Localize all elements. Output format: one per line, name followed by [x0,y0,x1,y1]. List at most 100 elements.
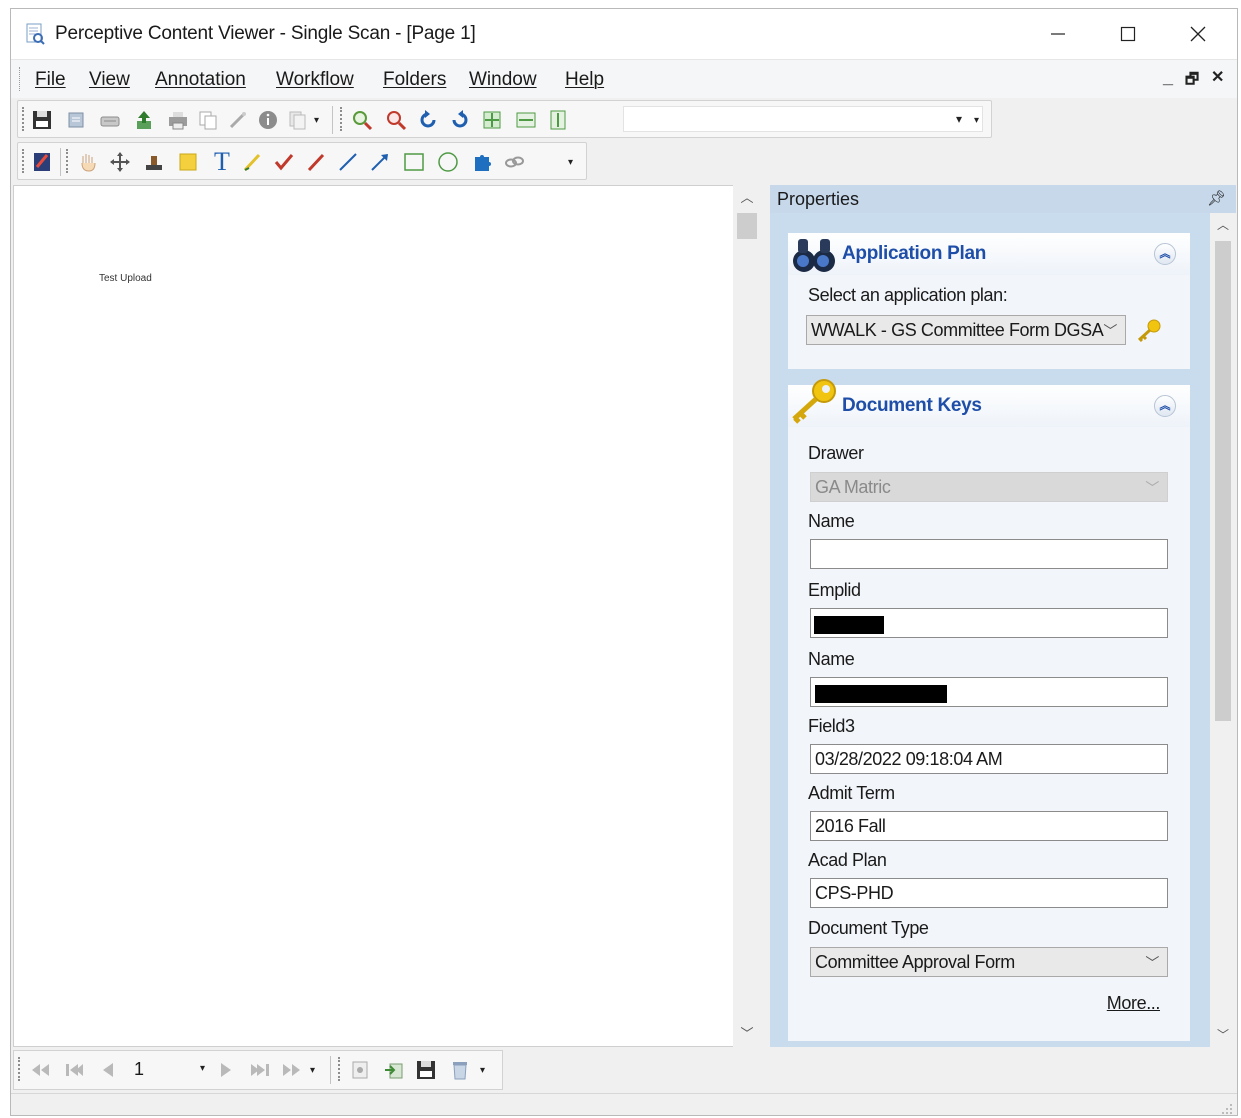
save-icon[interactable] [30,108,54,132]
fit-width-icon[interactable] [514,108,538,132]
toolbar-grip[interactable] [18,1057,23,1081]
toolbar1-overflow-icon[interactable]: ▾ [974,115,979,126]
toolbar-grip[interactable] [338,1057,343,1081]
first-page-icon[interactable] [62,1058,86,1082]
menu-file[interactable]: File [35,69,66,91]
maximize-button[interactable] [1093,9,1163,59]
print-icon[interactable] [166,108,190,132]
page-dropdown-icon[interactable]: ▾ [200,1063,205,1074]
scan-icon[interactable] [64,108,88,132]
stamp-icon[interactable] [142,150,166,174]
resize-grip-icon[interactable] [1219,1101,1233,1115]
menu-view[interactable]: View [89,69,130,91]
menu-window[interactable]: Window [469,69,537,91]
info-icon[interactable] [256,108,280,132]
puzzle-icon[interactable] [470,150,494,174]
toolbar-grip[interactable] [340,107,345,131]
scroll-thumb[interactable] [1215,241,1231,721]
toolbar-grip[interactable] [66,149,71,173]
copy-icon[interactable] [196,108,220,132]
link-icon[interactable] [502,150,526,174]
toolbar-grip[interactable] [22,149,27,173]
insert-page-icon[interactable] [382,1058,406,1082]
scroll-up-icon[interactable]: ︿ [1210,213,1236,237]
menu-grip[interactable] [19,67,22,91]
menu-folders[interactable]: Folders [383,69,446,91]
name-field[interactable] [810,539,1168,569]
document-type-select[interactable]: Committee Approval Form ﹀ [810,947,1168,977]
fast-forward-icon[interactable] [280,1058,304,1082]
delete-page-icon[interactable] [448,1058,472,1082]
page-tools-dropdown-icon[interactable]: ▾ [480,1065,485,1076]
menu-workflow[interactable]: Workflow [276,69,354,91]
toolbar-field-dropdown-icon[interactable]: ▾ [956,112,962,126]
scanner-icon[interactable] [98,108,122,132]
sticky-note-icon[interactable] [176,150,200,174]
last-page-icon[interactable] [248,1058,272,1082]
toolbar-separator [332,106,333,134]
zoom-out-icon[interactable] [384,108,408,132]
admit-term-field[interactable]: 2016 Fall [810,811,1168,841]
scroll-up-icon[interactable]: ︿ [733,185,761,211]
mdi-restore-button[interactable]: 🗗 [1185,69,1199,94]
pin-icon[interactable]: 📌︎ [1207,189,1226,207]
toolbar1-dropdown-icon[interactable]: ▾ [314,115,319,126]
arrow-icon[interactable] [368,150,392,174]
line-icon[interactable] [336,150,360,174]
collapse-application-plan-button[interactable]: ︽ [1154,243,1176,265]
scroll-down-icon[interactable]: ﹀ [733,1021,761,1047]
pages-icon[interactable] [286,108,310,132]
document-keys-header[interactable]: Document Keys ︽ [788,379,1190,427]
ellipse-icon[interactable] [436,150,460,174]
key-icon [792,379,836,424]
toolbar2-dropdown-icon[interactable]: ▾ [568,157,573,168]
fit-page-icon[interactable] [480,108,504,132]
properties-header: Properties 📌︎ [770,185,1236,213]
toolbar-grip[interactable] [22,107,27,131]
chevron-down-icon: ﹀ [1145,480,1159,496]
annotation-icon[interactable] [30,150,54,174]
application-plan-header[interactable]: Application Plan ︽ [788,233,1190,275]
nav-dropdown-icon[interactable]: ▾ [310,1065,315,1076]
text-icon[interactable]: T [210,147,234,176]
properties-scrollbar[interactable]: ︿ ﹀ [1210,213,1236,1047]
zoom-in-icon[interactable] [350,108,374,132]
mdi-close-button[interactable]: ✕ [1211,67,1224,87]
application-plan-select[interactable]: WWALK - GS Committee Form DGSA ﹀ [806,315,1126,345]
window-title: Perceptive Content Viewer - Single Scan … [55,23,476,44]
menu-annotation[interactable]: Annotation [155,69,246,91]
scroll-thumb[interactable] [737,213,757,239]
page-number[interactable]: 1 [134,1059,194,1081]
rotate-right-icon[interactable] [448,108,472,132]
emplid-field[interactable] [810,608,1168,638]
acad-plan-field[interactable]: CPS-PHD [810,878,1168,908]
close-button[interactable] [1163,9,1233,59]
next-page-icon[interactable] [214,1058,238,1082]
page-settings-icon[interactable] [348,1058,372,1082]
name-field[interactable] [810,677,1168,707]
wand-icon[interactable] [226,108,250,132]
mdi-minimize-button[interactable]: _ [1163,67,1173,88]
viewer-scrollbar[interactable]: ︿ ﹀ [733,185,761,1047]
pen-icon[interactable] [304,150,328,174]
field3-field[interactable]: 03/28/2022 09:18:04 AM [810,744,1168,774]
hand-icon[interactable] [76,150,100,174]
checkmark-icon[interactable] [272,150,296,174]
toolbar-text-field[interactable] [623,106,983,132]
collapse-document-keys-button[interactable]: ︽ [1154,395,1176,417]
minimize-button[interactable] [1023,9,1093,59]
document-viewer[interactable]: Test Upload [13,185,741,1047]
previous-page-icon[interactable] [96,1058,120,1082]
highlighter-icon[interactable] [240,150,264,174]
scroll-down-icon[interactable]: ﹀ [1210,1023,1236,1047]
rectangle-icon[interactable] [402,150,426,174]
save-page-icon[interactable] [414,1058,438,1082]
more-link[interactable]: More... [1107,993,1161,1014]
move-icon[interactable] [108,150,132,174]
rewind-icon[interactable] [28,1058,52,1082]
upload-icon[interactable] [132,108,156,132]
key-icon[interactable] [1134,317,1164,343]
rotate-left-icon[interactable] [416,108,440,132]
fit-height-icon[interactable] [546,108,570,132]
menu-help[interactable]: Help [565,69,604,91]
